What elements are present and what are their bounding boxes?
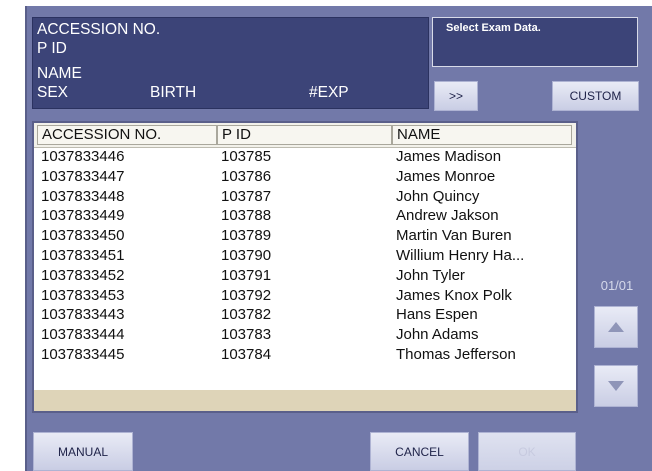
table-row[interactable]: 1037833448 103787 John Quincy	[34, 187, 576, 206]
cell-pid: 103786	[221, 167, 272, 185]
cell-pid: 103787	[221, 187, 272, 205]
cell-pid: 103791	[221, 266, 272, 284]
cell-pid: 103782	[221, 306, 272, 324]
select-exam-title: Select Exam Data.	[446, 22, 541, 34]
select-exam-data-box: Select Exam Data.	[432, 17, 638, 67]
cell-accession: 1037833444	[41, 326, 125, 344]
cell-accession: 1037833446	[41, 148, 125, 165]
column-header-pid[interactable]: P ID	[217, 125, 392, 145]
cell-pid: 103789	[221, 227, 272, 245]
cancel-button[interactable]: CANCEL	[370, 432, 469, 471]
cell-pid: 103790	[221, 247, 272, 264]
column-header-name[interactable]: NAME	[392, 125, 572, 145]
exam-list-table[interactable]: ACCESSION NO. P ID NAME 1037833446 103785…	[32, 121, 578, 413]
panel-left-edge	[25, 6, 27, 471]
column-header-accession[interactable]: ACCESSION NO.	[37, 125, 217, 145]
cell-accession: 1037833448	[41, 187, 125, 205]
cell-name: John Adams	[396, 326, 479, 344]
table-row[interactable]: 1037833452 103791 John Tyler	[34, 266, 576, 285]
cell-accession: 1037833447	[41, 167, 125, 185]
manual-button[interactable]: MANUAL	[33, 432, 133, 471]
ok-button[interactable]: OK	[478, 432, 576, 471]
cell-name: Thomas Jefferson	[396, 346, 516, 363]
cell-name: Martin Van Buren	[396, 227, 512, 245]
patient-info-box: ACCESSION NO. P ID NAME SEX BIRTH #EXP	[32, 17, 429, 109]
cell-name: John Tyler	[396, 266, 465, 284]
table-row[interactable]: 1037833443 103782 Hans Espen	[34, 305, 576, 324]
more-button[interactable]: >>	[434, 81, 478, 111]
cell-name: James Madison	[396, 148, 502, 165]
cell-name: James Knox Polk	[396, 286, 512, 304]
cell-pid: 103783	[221, 326, 272, 344]
cell-pid: 103788	[221, 207, 272, 225]
arrow-down-icon	[608, 381, 624, 391]
table-row[interactable]: 1037833449 103788 Andrew Jakson	[34, 206, 576, 225]
table-row[interactable]: 1037833447 103786 James Monroe	[34, 167, 576, 186]
scroll-down-button[interactable]	[594, 365, 638, 407]
cell-pid: 103785	[221, 148, 272, 165]
cell-accession: 1037833445	[41, 346, 125, 363]
birth-label: BIRTH	[150, 84, 197, 101]
table-row[interactable]: 1037833451 103790 Willium Henry Ha...	[34, 246, 576, 265]
cell-accession: 1037833450	[41, 227, 125, 245]
table-footer-bar	[34, 390, 576, 411]
table-row[interactable]: 1037833444 103783 John Adams	[34, 325, 576, 344]
cell-pid: 103784	[221, 346, 272, 363]
cell-accession: 1037833443	[41, 306, 125, 324]
custom-button[interactable]: CUSTOM	[552, 81, 639, 111]
cell-accession: 1037833449	[41, 207, 125, 225]
arrow-up-icon	[608, 322, 624, 332]
scroll-up-button[interactable]	[594, 306, 638, 348]
sex-label: SEX	[37, 84, 69, 101]
cell-name: Willium Henry Ha...	[396, 247, 525, 264]
cell-accession: 1037833451	[41, 247, 125, 264]
cell-accession: 1037833452	[41, 266, 125, 284]
cell-name: John Quincy	[396, 187, 480, 205]
table-row[interactable]: 1037833445 103784 Thomas Jefferson	[34, 345, 576, 364]
cell-name: Hans Espen	[396, 306, 478, 324]
table-row[interactable]: 1037833453 103792 James Knox Polk	[34, 286, 576, 305]
cell-name: James Monroe	[396, 167, 496, 185]
accession-label: ACCESSION NO.	[37, 21, 161, 38]
cell-name: Andrew Jakson	[396, 207, 499, 225]
table-row[interactable]: 1037833450 103789 Martin Van Buren	[34, 226, 576, 245]
cell-accession: 1037833453	[41, 286, 125, 304]
name-label: NAME	[37, 65, 82, 82]
table-header: ACCESSION NO. P ID NAME	[34, 123, 576, 148]
cell-pid: 103792	[221, 286, 272, 304]
page-indicator: 01/01	[600, 278, 634, 293]
exp-label: #EXP	[309, 84, 349, 101]
table-row[interactable]: 1037833446 103785 James Madison	[34, 147, 576, 166]
pid-label: P ID	[37, 40, 67, 57]
